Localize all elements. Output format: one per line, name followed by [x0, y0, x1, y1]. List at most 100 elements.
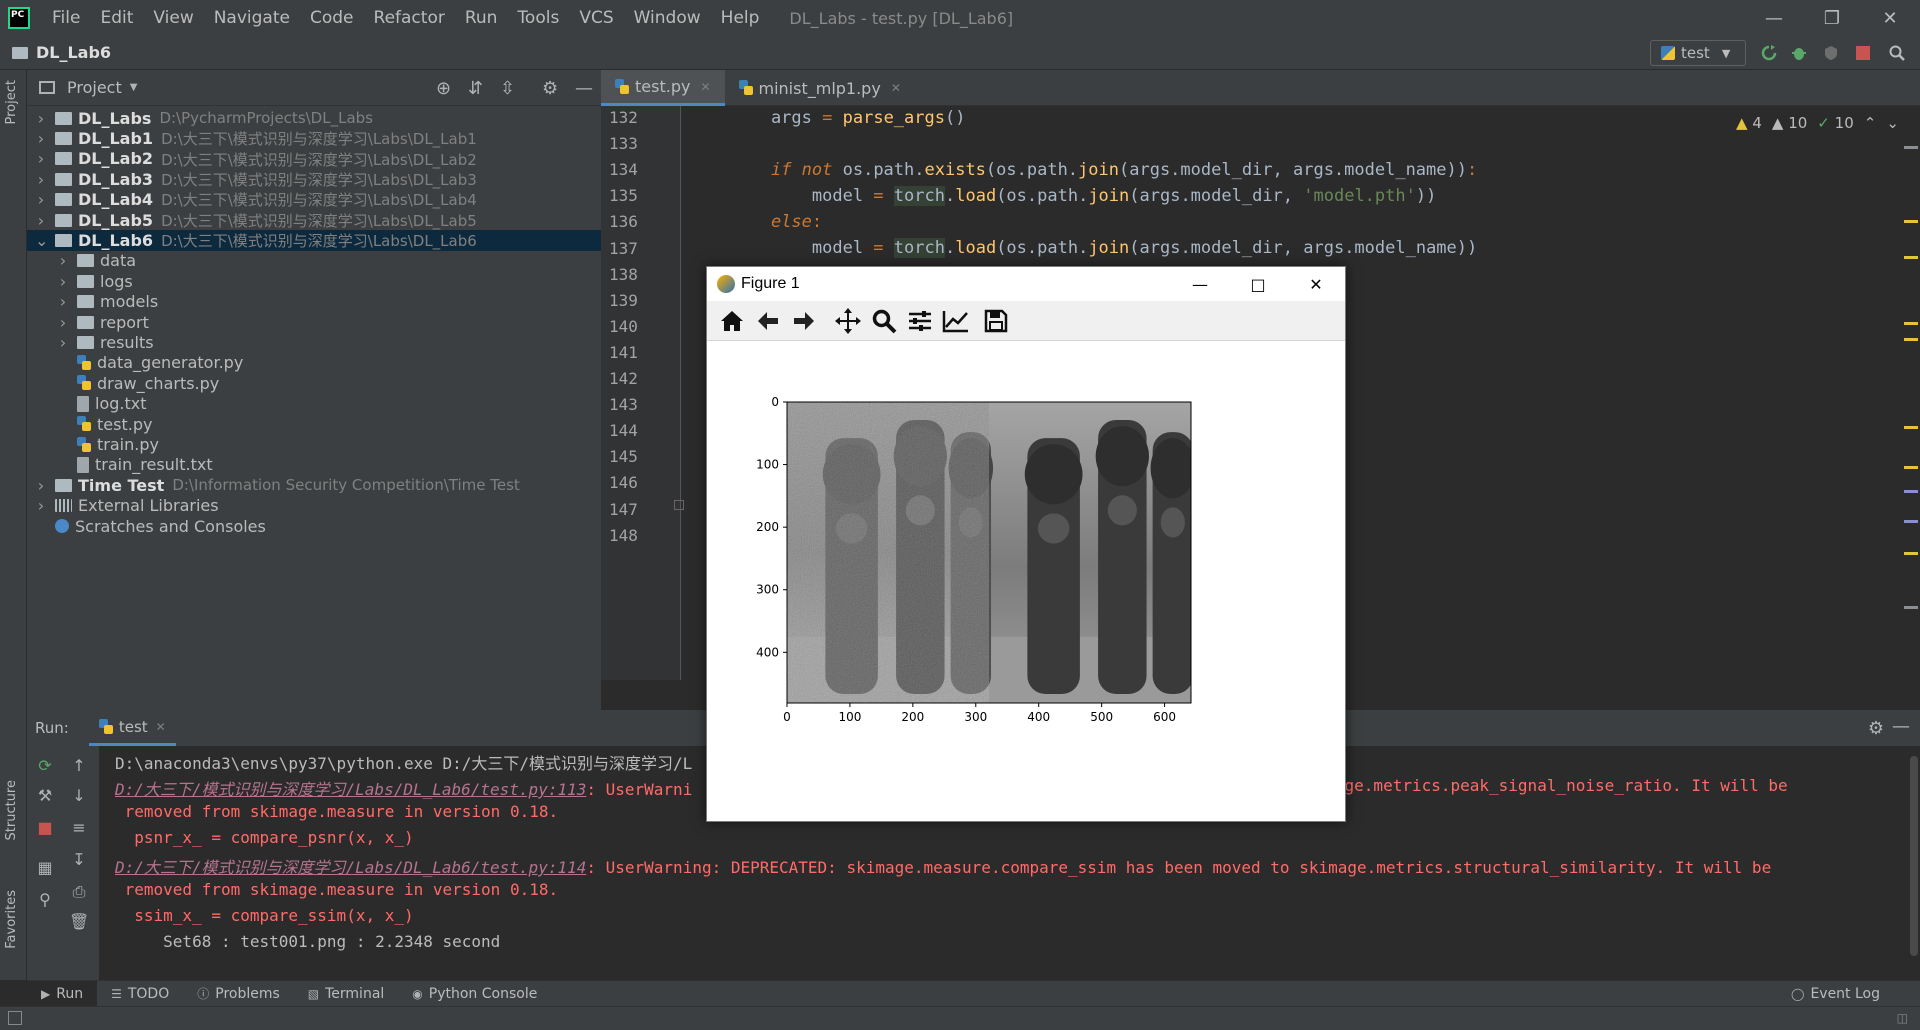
rerun-icon[interactable]: [1760, 44, 1778, 62]
tree-item-dl-lab2[interactable]: › DL_Lab2 D:\大三下\模式识别与深度学习\Labs\DL_Lab2: [27, 149, 601, 169]
gear-icon[interactable]: ⚙: [1868, 718, 1884, 739]
search-icon[interactable]: [1888, 44, 1906, 62]
stop-icon[interactable]: ■: [35, 818, 55, 838]
menu-refactor[interactable]: Refactor: [364, 8, 455, 28]
close-window-icon[interactable]: ✕: [1862, 0, 1918, 36]
layout-toggle-icon[interactable]: [8, 1011, 22, 1025]
chevron-right-icon[interactable]: ›: [35, 476, 47, 495]
tree-item-dl-lab3[interactable]: › DL_Lab3 D:\大三下\模式识别与深度学习\Labs\DL_Lab3: [27, 169, 601, 189]
tree-item-dl-lab4[interactable]: › DL_Lab4 D:\大三下\模式识别与深度学习\Labs\DL_Lab4: [27, 190, 601, 210]
menu-tools[interactable]: Tools: [507, 8, 569, 28]
stripe-mark[interactable]: [1904, 338, 1918, 341]
tree-item-external-libraries[interactable]: › External Libraries: [27, 496, 601, 516]
forward-icon[interactable]: [787, 304, 821, 338]
console-link-113[interactable]: D:/大三下/模式识别与深度学习/Labs/DL_Lab6/test.py:11…: [115, 780, 586, 799]
chevron-right-icon[interactable]: ›: [35, 149, 47, 168]
chevron-right-icon[interactable]: ›: [35, 190, 47, 209]
trash-icon[interactable]: 🗑: [69, 912, 89, 932]
stripe-mark[interactable]: [1904, 606, 1918, 609]
tool-tab-problems[interactable]: ⓘ Problems: [183, 981, 294, 1007]
rerun-icon[interactable]: ⟳: [35, 756, 55, 776]
scroll-to-end-icon[interactable]: ↧: [69, 850, 89, 870]
up-arrow-icon[interactable]: ↑: [69, 756, 89, 776]
tree-item-dl-labs[interactable]: › DL_Labs D:\PycharmProjects\DL_Labs: [27, 108, 601, 128]
stripe-mark[interactable]: [1904, 322, 1918, 325]
tree-item-time-test[interactable]: › Time Test D:\Information Security Compet…: [27, 475, 601, 495]
tree-item-dl-lab6[interactable]: ⌄ DL_Lab6 D:\大三下\模式识别与深度学习\Labs\DL_Lab6: [27, 230, 601, 251]
home-icon[interactable]: [715, 304, 749, 338]
stripe-mark[interactable]: [1904, 466, 1918, 469]
hide-panel-icon[interactable]: —: [1892, 716, 1910, 737]
figure-window[interactable]: Figure 1 — □ ✕ 0 100 200 300 400 0 100 2…: [706, 266, 1346, 822]
tree-item-train-py[interactable]: train.py: [27, 434, 601, 454]
chevron-right-icon[interactable]: ›: [57, 313, 69, 332]
tool-tab-todo[interactable]: ☰ TODO: [97, 981, 183, 1007]
chevron-right-icon[interactable]: ›: [57, 333, 69, 352]
chevron-down-icon[interactable]: ⌄: [1886, 114, 1899, 132]
tool-tab-python-console[interactable]: ◉ Python Console: [398, 981, 551, 1007]
tree-item-log-txt[interactable]: log.txt: [27, 394, 601, 414]
console-scrollbar[interactable]: [1910, 756, 1918, 956]
pin-icon[interactable]: ⚲: [35, 890, 55, 910]
minimize-icon[interactable]: —: [1171, 267, 1229, 301]
tree-item-scratches-and-consoles[interactable]: Scratches and Consoles: [27, 516, 601, 536]
wrench-icon[interactable]: ⚒: [35, 786, 55, 806]
chevron-down-icon[interactable]: ⌄: [35, 231, 48, 250]
debug-icon[interactable]: [1790, 44, 1808, 62]
tool-tab-run[interactable]: ▶ Run: [27, 980, 98, 1007]
tab-test-py[interactable]: test.py ✕: [601, 70, 725, 106]
collapse-all-icon[interactable]: ⇳: [500, 78, 515, 99]
tool-tab-event-log[interactable]: ◯ Event Log: [1791, 981, 1880, 1007]
stripe-mark[interactable]: [1904, 256, 1918, 259]
tree-item-dl-lab5[interactable]: › DL_Lab5 D:\大三下\模式识别与深度学习\Labs\DL_Lab5: [27, 210, 601, 230]
tree-item-train-result-txt[interactable]: train_result.txt: [27, 455, 601, 475]
tree-item-draw-charts-py[interactable]: draw_charts.py: [27, 373, 601, 393]
soft-wrap-icon[interactable]: ≡: [69, 818, 89, 838]
menu-code[interactable]: Code: [300, 8, 364, 28]
tree-item-results[interactable]: › results: [27, 332, 601, 352]
down-arrow-icon[interactable]: ↓: [69, 786, 89, 806]
tool-tab-terminal[interactable]: ▧ Terminal: [294, 981, 399, 1007]
gear-icon[interactable]: ⚙: [542, 78, 558, 99]
hide-panel-icon[interactable]: —: [575, 78, 593, 99]
tree-item-logs[interactable]: › logs: [27, 271, 601, 291]
print-icon[interactable]: ⎙: [69, 882, 89, 902]
menu-navigate[interactable]: Navigate: [204, 8, 300, 28]
menu-help[interactable]: Help: [711, 8, 770, 28]
tree-item-dl-lab1[interactable]: › DL_Lab1 D:\大三下\模式识别与深度学习\Labs\DL_Lab1: [27, 128, 601, 148]
tree-item-data-generator-py[interactable]: data_generator.py: [27, 353, 601, 373]
menu-window[interactable]: Window: [624, 8, 711, 28]
close-tab-icon[interactable]: ✕: [891, 81, 901, 95]
restore-icon[interactable]: ❐: [1804, 0, 1860, 36]
stripe-mark[interactable]: [1904, 520, 1918, 523]
menu-file[interactable]: File: [42, 8, 90, 28]
close-icon[interactable]: ✕: [1287, 267, 1345, 301]
run-tab-test[interactable]: test ✕: [88, 710, 176, 746]
pan-icon[interactable]: [831, 304, 865, 338]
tab-minist-mlp1-py[interactable]: minist_mlp1.py ✕: [725, 70, 915, 106]
run-config-selector[interactable]: test ▼: [1650, 40, 1746, 66]
chevron-right-icon[interactable]: ›: [35, 211, 47, 230]
side-tab-project[interactable]: Project: [4, 80, 19, 124]
image-plot[interactable]: 0 100 200 300 400 0 100 200 300 400 500 600: [707, 341, 1345, 821]
zoom-icon[interactable]: [867, 304, 901, 338]
chevron-right-icon[interactable]: ›: [35, 170, 47, 189]
stripe-mark[interactable]: [1904, 426, 1918, 429]
stop-icon[interactable]: [1854, 44, 1872, 62]
locate-icon[interactable]: ⊕: [436, 78, 451, 99]
minimize-icon[interactable]: —: [1746, 0, 1802, 36]
error-stripe[interactable]: [1902, 106, 1920, 680]
chevron-right-icon[interactable]: ›: [57, 292, 69, 311]
stripe-mark[interactable]: [1904, 146, 1918, 149]
side-tab-favorites[interactable]: Favorites: [4, 890, 19, 949]
fold-marker-icon[interactable]: [674, 500, 684, 510]
chevron-right-icon[interactable]: ›: [35, 496, 47, 515]
chevron-right-icon[interactable]: ›: [35, 109, 47, 128]
breadcrumb-project[interactable]: DL_Lab6: [36, 43, 111, 62]
close-tab-icon[interactable]: ✕: [156, 720, 166, 734]
console-link-114[interactable]: D:/大三下/模式识别与深度学习/Labs/DL_Lab6/test.py:11…: [115, 858, 586, 877]
stripe-mark[interactable]: [1904, 220, 1918, 223]
chevron-up-icon[interactable]: ⌃: [1864, 114, 1877, 132]
coverage-icon[interactable]: [1822, 44, 1840, 62]
figure-titlebar[interactable]: Figure 1 — □ ✕: [707, 267, 1345, 301]
